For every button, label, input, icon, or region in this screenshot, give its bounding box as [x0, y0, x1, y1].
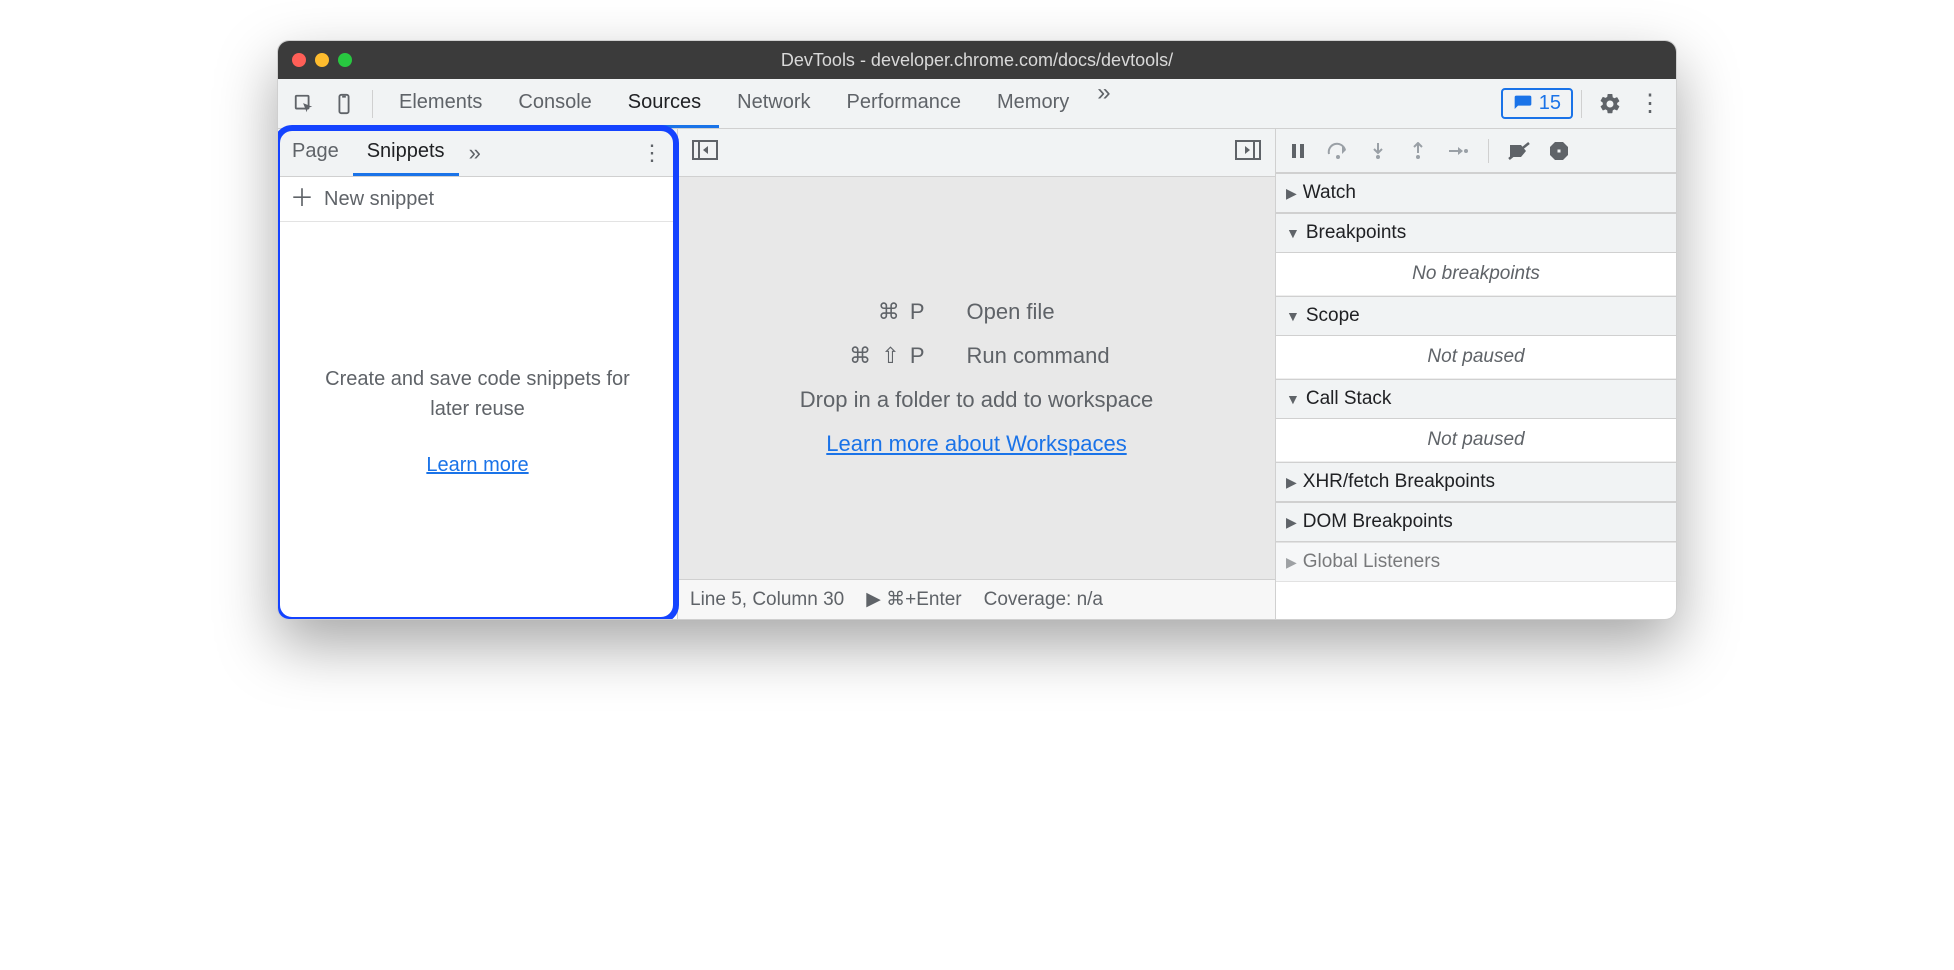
- device-toggle-icon[interactable]: [328, 88, 360, 120]
- inspect-element-icon[interactable]: [288, 88, 320, 120]
- window-title: DevTools - developer.chrome.com/docs/dev…: [278, 50, 1676, 71]
- navigator-tabs: Page Snippets » ⋮: [278, 129, 677, 177]
- shortcut-open-file-label: Open file: [967, 299, 1167, 325]
- main-tabs: Elements Console Sources Network Perform…: [381, 79, 1121, 128]
- workspace-drop-hint: Drop in a folder to add to workspace: [800, 387, 1153, 413]
- editor-pane: ⌘ P Open file ⌘ ⇧ P Run command Drop in …: [678, 129, 1276, 619]
- snippets-empty-state: Create and save code snippets for later …: [278, 222, 677, 619]
- editor-status-bar: Line 5, Column 30 ▶ ⌘+Enter Coverage: n/…: [678, 579, 1275, 619]
- pause-icon[interactable]: [1284, 137, 1312, 165]
- issues-badge[interactable]: 15: [1501, 88, 1573, 119]
- shortcut-run-command-keys: ⌘ ⇧ P: [787, 343, 927, 369]
- chevron-right-icon: ▶: [1286, 554, 1297, 571]
- shortcut-run-command-label: Run command: [967, 343, 1167, 369]
- step-out-icon[interactable]: [1404, 137, 1432, 165]
- section-breakpoints[interactable]: ▼Breakpoints: [1276, 213, 1676, 253]
- chevron-right-icon: ▶: [1286, 185, 1297, 202]
- shortcut-open-file: ⌘ P Open file: [787, 299, 1167, 325]
- navigator-kebab-icon[interactable]: ⋮: [627, 140, 677, 166]
- tab-network[interactable]: Network: [719, 79, 828, 128]
- traffic-lights: [292, 53, 352, 67]
- tab-sources[interactable]: Sources: [610, 79, 719, 128]
- new-snippet-label: New snippet: [324, 188, 434, 211]
- hide-debugger-icon[interactable]: [1231, 136, 1265, 169]
- snippets-learn-more-link[interactable]: Learn more: [426, 454, 528, 477]
- cursor-position: Line 5, Column 30: [690, 589, 844, 611]
- hide-navigator-icon[interactable]: [688, 136, 722, 169]
- deactivate-breakpoints-icon[interactable]: [1505, 137, 1533, 165]
- maximize-window-button[interactable]: [338, 53, 352, 67]
- breakpoints-body: No breakpoints: [1276, 253, 1676, 296]
- tab-performance[interactable]: Performance: [829, 79, 980, 128]
- settings-icon[interactable]: [1594, 88, 1626, 120]
- plus-icon: ＋: [290, 187, 314, 211]
- issues-count: 15: [1539, 92, 1561, 115]
- section-dom-breakpoints[interactable]: ▶DOM Breakpoints: [1276, 502, 1676, 542]
- debugger-controls: [1276, 129, 1676, 173]
- chevron-down-icon: ▼: [1286, 308, 1300, 324]
- navigator-tab-snippets[interactable]: Snippets: [353, 129, 459, 176]
- tab-console[interactable]: Console: [500, 79, 609, 128]
- devtools-window: DevTools - developer.chrome.com/docs/dev…: [277, 40, 1677, 620]
- shortcut-run-command: ⌘ ⇧ P Run command: [787, 343, 1167, 369]
- section-scope[interactable]: ▼Scope: [1276, 296, 1676, 336]
- close-window-button[interactable]: [292, 53, 306, 67]
- callstack-body: Not paused: [1276, 419, 1676, 462]
- chevron-right-icon: ▶: [1286, 514, 1297, 531]
- step-icon[interactable]: [1444, 137, 1472, 165]
- section-xhr-breakpoints[interactable]: ▶XHR/fetch Breakpoints: [1276, 462, 1676, 502]
- more-tabs-icon[interactable]: »: [1087, 79, 1120, 128]
- chevron-down-icon: ▼: [1286, 391, 1300, 407]
- shortcut-open-file-keys: ⌘ P: [787, 299, 927, 325]
- debugger-pane: ▶Watch ▼Breakpoints No breakpoints ▼Scop…: [1276, 129, 1676, 619]
- chevron-right-icon: ▶: [1286, 474, 1297, 491]
- pause-on-exceptions-icon[interactable]: [1545, 137, 1573, 165]
- tab-elements[interactable]: Elements: [381, 79, 500, 128]
- navigator-pane: Page Snippets » ⋮ ＋ New snippet Create a…: [278, 129, 678, 619]
- editor-tab-bar: [678, 129, 1275, 177]
- panels-body: Page Snippets » ⋮ ＋ New snippet Create a…: [278, 129, 1676, 619]
- section-global-listeners[interactable]: ▶Global Listeners: [1276, 542, 1676, 582]
- scope-body: Not paused: [1276, 336, 1676, 379]
- minimize-window-button[interactable]: [315, 53, 329, 67]
- editor-empty-state: ⌘ P Open file ⌘ ⇧ P Run command Drop in …: [678, 177, 1275, 579]
- run-snippet-button[interactable]: ▶ ⌘+Enter: [866, 588, 961, 611]
- snippets-empty-text: Create and save code snippets for later …: [318, 364, 637, 424]
- step-over-icon[interactable]: [1324, 137, 1352, 165]
- tab-memory[interactable]: Memory: [979, 79, 1087, 128]
- section-call-stack[interactable]: ▼Call Stack: [1276, 379, 1676, 419]
- chevron-down-icon: ▼: [1286, 225, 1300, 241]
- kebab-menu-icon[interactable]: ⋮: [1634, 88, 1666, 120]
- section-watch[interactable]: ▶Watch: [1276, 173, 1676, 213]
- new-snippet-button[interactable]: ＋ New snippet: [278, 177, 677, 222]
- navigator-tab-page[interactable]: Page: [278, 129, 353, 176]
- step-into-icon[interactable]: [1364, 137, 1392, 165]
- window-titlebar: DevTools - developer.chrome.com/docs/dev…: [278, 41, 1676, 79]
- coverage-status: Coverage: n/a: [984, 589, 1103, 611]
- main-toolbar: Elements Console Sources Network Perform…: [278, 79, 1676, 129]
- navigator-more-tabs-icon[interactable]: »: [459, 140, 491, 166]
- workspaces-learn-more-link[interactable]: Learn more about Workspaces: [826, 431, 1126, 457]
